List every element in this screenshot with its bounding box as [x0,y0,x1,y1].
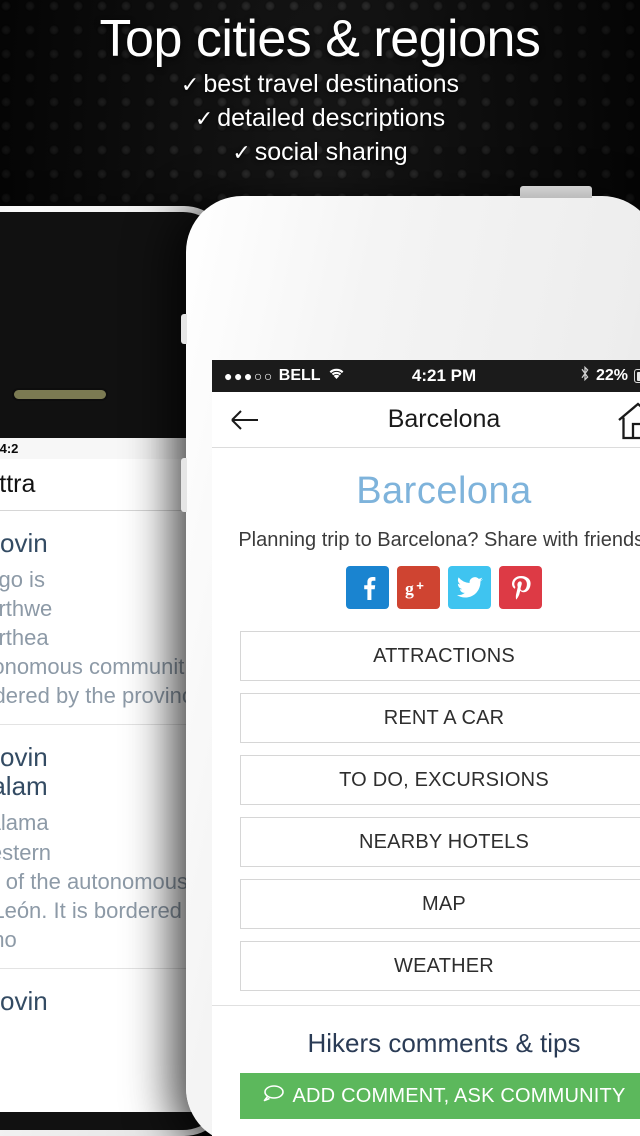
bg-navbar-title: Attra [0,470,36,498]
share-prompt-text: Planning trip to Barcelona? Share with f… [238,529,640,551]
promo-bullet-3: ✓ social sharing [0,135,640,169]
bg-clock: 4:2 [0,441,19,456]
clock: 4:21 PM [411,366,477,385]
list-item-text: Provin [0,985,210,1112]
pinterest-share-button[interactable] [499,566,542,609]
promo-bullet-3-label: social sharing [254,137,408,166]
menu-button-weather[interactable]: WEATHER [240,941,640,991]
list-item-text: Provin Salam Salama western art of the a… [0,743,210,953]
promo-text-block: Top cities & regions ✓ best travel destin… [0,0,640,169]
page-title: Barcelona [387,405,501,433]
bg-navbar: Attra [0,459,210,511]
check-icon: ✓ [194,105,214,131]
promo-bullet-2-label: detailed descriptions [217,103,446,132]
list-item-description: Salama western art of the autonomous d L… [0,810,189,952]
menu-button-map[interactable]: MAP [240,879,640,929]
battery-icon [634,369,640,383]
menu-button-nearby-hotels[interactable]: NEARBY HOTELS [240,817,640,867]
list-item-title: Provin [0,528,48,558]
mute-switch[interactable] [181,314,187,344]
social-share-row: g + [212,566,640,631]
power-button[interactable] [520,186,592,198]
navbar: Barcelona [212,392,640,448]
list-item-text: Provin Lugo is northwe northea utonomous… [0,528,210,710]
svg-text:g: g [405,578,414,598]
menu-button-attractions[interactable]: ATTRACTIONS [240,631,640,681]
background-phone-speaker-grille [12,388,108,401]
bg-status-bar: ●●○○ BELL 4:2 [0,438,210,459]
comment-bubble-icon [263,1084,285,1108]
promo-title: Top cities & regions [99,10,541,68]
check-icon: ✓ [232,139,251,165]
menu-button-rent-a-car[interactable]: RENT A CAR [240,693,640,743]
promo-bullet-2: ✓ detailed descriptions [0,101,640,135]
background-phone-screen: ●●○○ BELL 4:2 Attra [0,438,210,1112]
twitter-share-button[interactable] [448,566,491,609]
check-icon: ✓ [180,71,200,97]
list-item[interactable]: Provin Salam Salama western art of the a… [0,725,210,969]
list-item-title: Provin [0,985,48,1016]
list-item-description: Lugo is northwe northea utonomous commun… [0,567,193,709]
add-comment-button[interactable]: ADD COMMENT, ASK COMMUNITY [240,1073,640,1119]
menu-button-list: ATTRACTIONS RENT A CAR TO DO, EXCURSIONS… [212,631,640,991]
foreground-phone-device: ●●●○○ BELL 4:21 PM 22% Barcelona Barcelo… [181,186,640,1136]
facebook-share-button[interactable] [346,566,389,609]
promo-bullet-1: ✓ best travel destinations [0,67,640,101]
status-bar: ●●●○○ BELL 4:21 PM 22% [212,360,640,392]
menu-button-to-do-excursions[interactable]: TO DO, EXCURSIONS [240,755,640,805]
city-heading: Barcelona [356,470,532,512]
promo-bullet-1-label: best travel destinations [203,69,460,98]
svg-text:+: + [416,577,424,592]
list-item[interactable]: Provin [0,969,210,1112]
add-comment-label: ADD COMMENT, ASK COMMUNITY [292,1084,626,1107]
comments-section-heading: Hikers comments & tips [307,1028,581,1058]
foreground-phone-screen: ●●●○○ BELL 4:21 PM 22% Barcelona Barcelo… [212,360,640,1136]
list-item-title: Provin Salam [0,742,48,802]
google-plus-share-button[interactable]: g + [397,566,440,609]
list-item[interactable]: Provin Lugo is northwe northea utonomous… [0,511,210,726]
page-content: Barcelona Planning trip to Barcelona? Sh… [212,448,640,1119]
home-icon[interactable] [616,400,640,440]
volume-buttons[interactable] [181,458,187,512]
